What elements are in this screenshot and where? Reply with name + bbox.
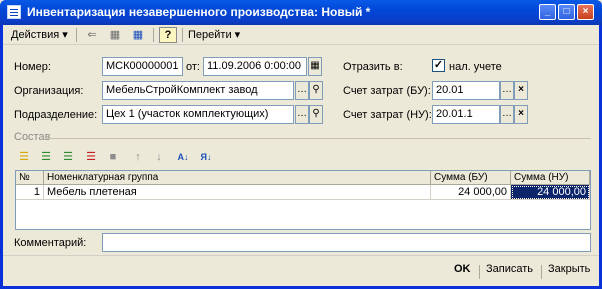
select-account-nu-button[interactable]: … (500, 105, 514, 124)
form-body: Действия ▾ ⇐ ▦ ▦ ? Перейти ▾ Номер: МСК0… (3, 25, 599, 286)
footer-divider (3, 255, 599, 256)
toolbar-separator (76, 28, 77, 42)
end-edit-icon[interactable]: ■ (104, 149, 122, 165)
close-button[interactable]: × (577, 4, 594, 20)
tax-accounting-label: нал. учете (449, 61, 502, 73)
back-icon[interactable]: ⇐ (83, 27, 101, 43)
open-organization-icon[interactable]: ⚲ (309, 81, 323, 100)
delete-row-icon[interactable]: ☰ (82, 149, 100, 165)
date-field[interactable]: 11.09.2006 0:00:00 (203, 57, 307, 76)
post-icon[interactable]: ▦ (129, 27, 147, 43)
column-header-number[interactable]: № (16, 171, 44, 185)
copy-row-icon[interactable]: ☰ (37, 149, 55, 165)
maximize-button[interactable]: □ (558, 4, 575, 20)
reflect-label: Отразить в: (343, 61, 403, 73)
cost-account-nu-label: Счет затрат (НУ): (343, 109, 432, 121)
select-account-bu-button[interactable]: … (500, 81, 514, 100)
comment-field[interactable] (102, 233, 591, 252)
footer-separator (541, 265, 542, 279)
date-label: от: (186, 61, 200, 73)
title-bar[interactable]: Инвентаризация незавершенного производст… (0, 0, 602, 25)
document-window: Инвентаризация незавершенного производст… (0, 0, 602, 289)
window-title: Инвентаризация незавершенного производст… (27, 5, 371, 19)
number-label: Номер: (14, 61, 51, 73)
section-divider (45, 138, 591, 139)
select-organization-button[interactable]: … (295, 81, 309, 100)
ok-button[interactable]: OK (454, 263, 471, 275)
column-header-sum-bu[interactable]: Сумма (БУ) (431, 171, 511, 185)
move-down-icon[interactable]: ↓ (150, 149, 168, 165)
cell-row-number[interactable]: 1 (16, 185, 44, 200)
edit-row-icon[interactable]: ☰ (59, 149, 77, 165)
sort-descending-icon[interactable]: Я↓ (197, 149, 215, 165)
column-header-group[interactable]: Номенклатурная группа (44, 171, 431, 185)
cell-group[interactable]: Мебель плетеная (44, 185, 431, 200)
actions-menu[interactable]: Действия ▾ (11, 28, 68, 41)
section-title: Состав (14, 131, 51, 143)
tax-accounting-checkbox[interactable]: ✓ (432, 59, 445, 72)
cost-account-nu-field[interactable]: 20.01.1 (432, 105, 500, 124)
goto-menu[interactable]: Перейти ▾ (188, 28, 240, 41)
select-division-button[interactable]: … (295, 105, 309, 124)
move-up-icon[interactable]: ↑ (129, 149, 147, 165)
organization-label: Организация: (14, 85, 84, 97)
help-icon[interactable]: ? (159, 27, 177, 43)
cell-sum-nu-selected[interactable]: 24 000,00 (511, 185, 590, 200)
organization-field[interactable]: МебельСтройКомплект завод (102, 81, 294, 100)
division-field[interactable]: Цех 1 (участок комплектующих) (102, 105, 294, 124)
calendar-icon[interactable]: ▦ (308, 57, 322, 76)
footer-separator (479, 265, 480, 279)
comment-label: Комментарий: (14, 237, 87, 249)
division-label: Подразделение: (14, 109, 98, 121)
sort-ascending-icon[interactable]: A↓ (174, 149, 192, 165)
cost-account-bu-field[interactable]: 20.01 (432, 81, 500, 100)
command-bar: Действия ▾ ⇐ ▦ ▦ ? Перейти ▾ (3, 25, 599, 45)
add-row-icon[interactable]: ☰ (15, 149, 33, 165)
toolbar-separator (153, 28, 154, 42)
number-field[interactable]: МСК00000001 (102, 57, 183, 76)
clear-account-bu-icon[interactable]: × (514, 81, 528, 100)
open-division-icon[interactable]: ⚲ (309, 105, 323, 124)
toolbar-separator (182, 28, 183, 42)
column-header-sum-nu[interactable]: Сумма (НУ) (511, 171, 590, 185)
save-button[interactable]: Записать (486, 263, 533, 275)
close-form-button[interactable]: Закрыть (548, 263, 590, 275)
clear-account-nu-icon[interactable]: × (514, 105, 528, 124)
minimize-button[interactable]: _ (539, 4, 556, 20)
document-icon (7, 5, 21, 19)
composition-table[interactable]: № Номенклатурная группа Сумма (БУ) Сумма… (15, 170, 591, 230)
cell-sum-bu[interactable]: 24 000,00 (431, 185, 511, 200)
cost-account-bu-label: Счет затрат (БУ): (343, 85, 431, 97)
copy-icon[interactable]: ▦ (106, 27, 124, 43)
